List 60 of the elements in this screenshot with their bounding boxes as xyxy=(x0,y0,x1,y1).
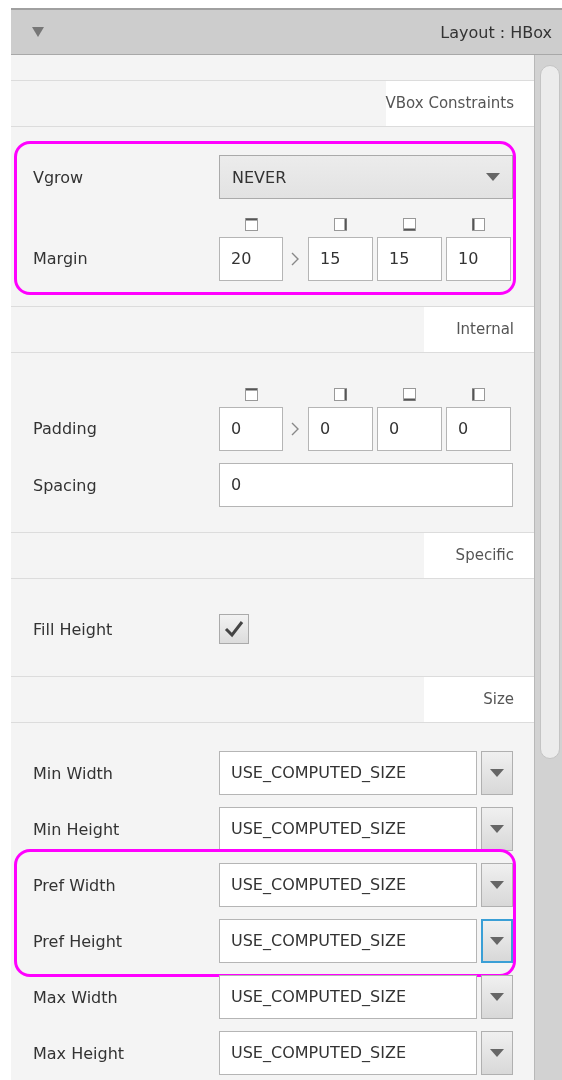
input-field[interactable]: 15 xyxy=(308,237,373,281)
top-side-icon xyxy=(244,387,258,401)
caret-icon xyxy=(490,881,504,889)
caret-icon xyxy=(490,1049,504,1057)
field-label: Padding xyxy=(33,418,98,440)
caret-icon xyxy=(490,769,504,777)
input-field[interactable]: 0 xyxy=(219,407,283,451)
input-field[interactable]: 20 xyxy=(219,237,283,281)
chevron-icon xyxy=(291,422,299,436)
input-field[interactable]: 10 xyxy=(446,237,511,281)
caret-icon xyxy=(490,937,504,945)
field-label: Max Width xyxy=(33,987,119,1007)
input-field[interactable]: 0 xyxy=(377,407,442,451)
section-title: VBox Constraints xyxy=(385,81,534,126)
field-label: Vgrow xyxy=(33,167,85,187)
field-label: Max Height xyxy=(33,1043,126,1063)
field-label: Spacing xyxy=(33,475,98,495)
dropdown-button[interactable] xyxy=(481,919,513,963)
dropdown-button[interactable] xyxy=(481,807,513,851)
bottom-side-icon xyxy=(403,387,416,401)
chevron-icon xyxy=(291,252,299,266)
dropdown-button[interactable] xyxy=(481,975,513,1019)
input-field[interactable]: USE_COMPUTED_SIZE xyxy=(219,751,477,795)
input-field[interactable]: 15 xyxy=(377,237,442,281)
field-label: Margin xyxy=(33,248,89,270)
field-label: Min Height xyxy=(33,819,121,839)
dropdown-button[interactable] xyxy=(481,863,513,907)
caret-icon xyxy=(490,993,504,1001)
caret-icon xyxy=(490,825,504,833)
checkbox[interactable] xyxy=(219,614,249,644)
dropdown[interactable]: NEVER xyxy=(219,155,513,199)
section-title: Internal xyxy=(424,307,534,352)
input-field[interactable]: USE_COMPUTED_SIZE xyxy=(219,919,477,963)
section-title: Size xyxy=(424,677,534,722)
left-side-icon xyxy=(472,217,485,231)
panel-header[interactable]: Layout : HBox xyxy=(11,8,562,55)
input-field[interactable]: 0 xyxy=(446,407,511,451)
input-field[interactable]: USE_COMPUTED_SIZE xyxy=(219,807,477,851)
right-side-icon xyxy=(334,387,347,401)
check-icon xyxy=(224,620,244,638)
dropdown-button[interactable] xyxy=(481,1031,513,1075)
field-label: Pref Width xyxy=(33,875,117,895)
input-field[interactable]: 0 xyxy=(219,463,513,507)
input-field[interactable]: USE_COMPUTED_SIZE xyxy=(219,975,477,1019)
left-side-icon xyxy=(472,387,485,401)
section-title: Specific xyxy=(424,533,534,578)
caret-icon xyxy=(486,173,500,181)
field-label: Pref Height xyxy=(33,931,124,951)
dropdown-button[interactable] xyxy=(481,751,513,795)
panel-title: Layout : HBox xyxy=(440,22,552,42)
input-field[interactable]: USE_COMPUTED_SIZE xyxy=(219,1031,477,1075)
bottom-side-icon xyxy=(403,217,416,231)
input-field[interactable]: 0 xyxy=(308,407,373,451)
field-label: Min Width xyxy=(33,763,114,783)
scrollbar[interactable] xyxy=(535,55,562,1080)
field-label: Fill Height xyxy=(33,619,114,639)
scrollbar-thumb[interactable] xyxy=(540,65,560,759)
top-side-icon xyxy=(244,217,258,231)
input-field[interactable]: USE_COMPUTED_SIZE xyxy=(219,863,477,907)
right-side-icon xyxy=(334,217,347,231)
